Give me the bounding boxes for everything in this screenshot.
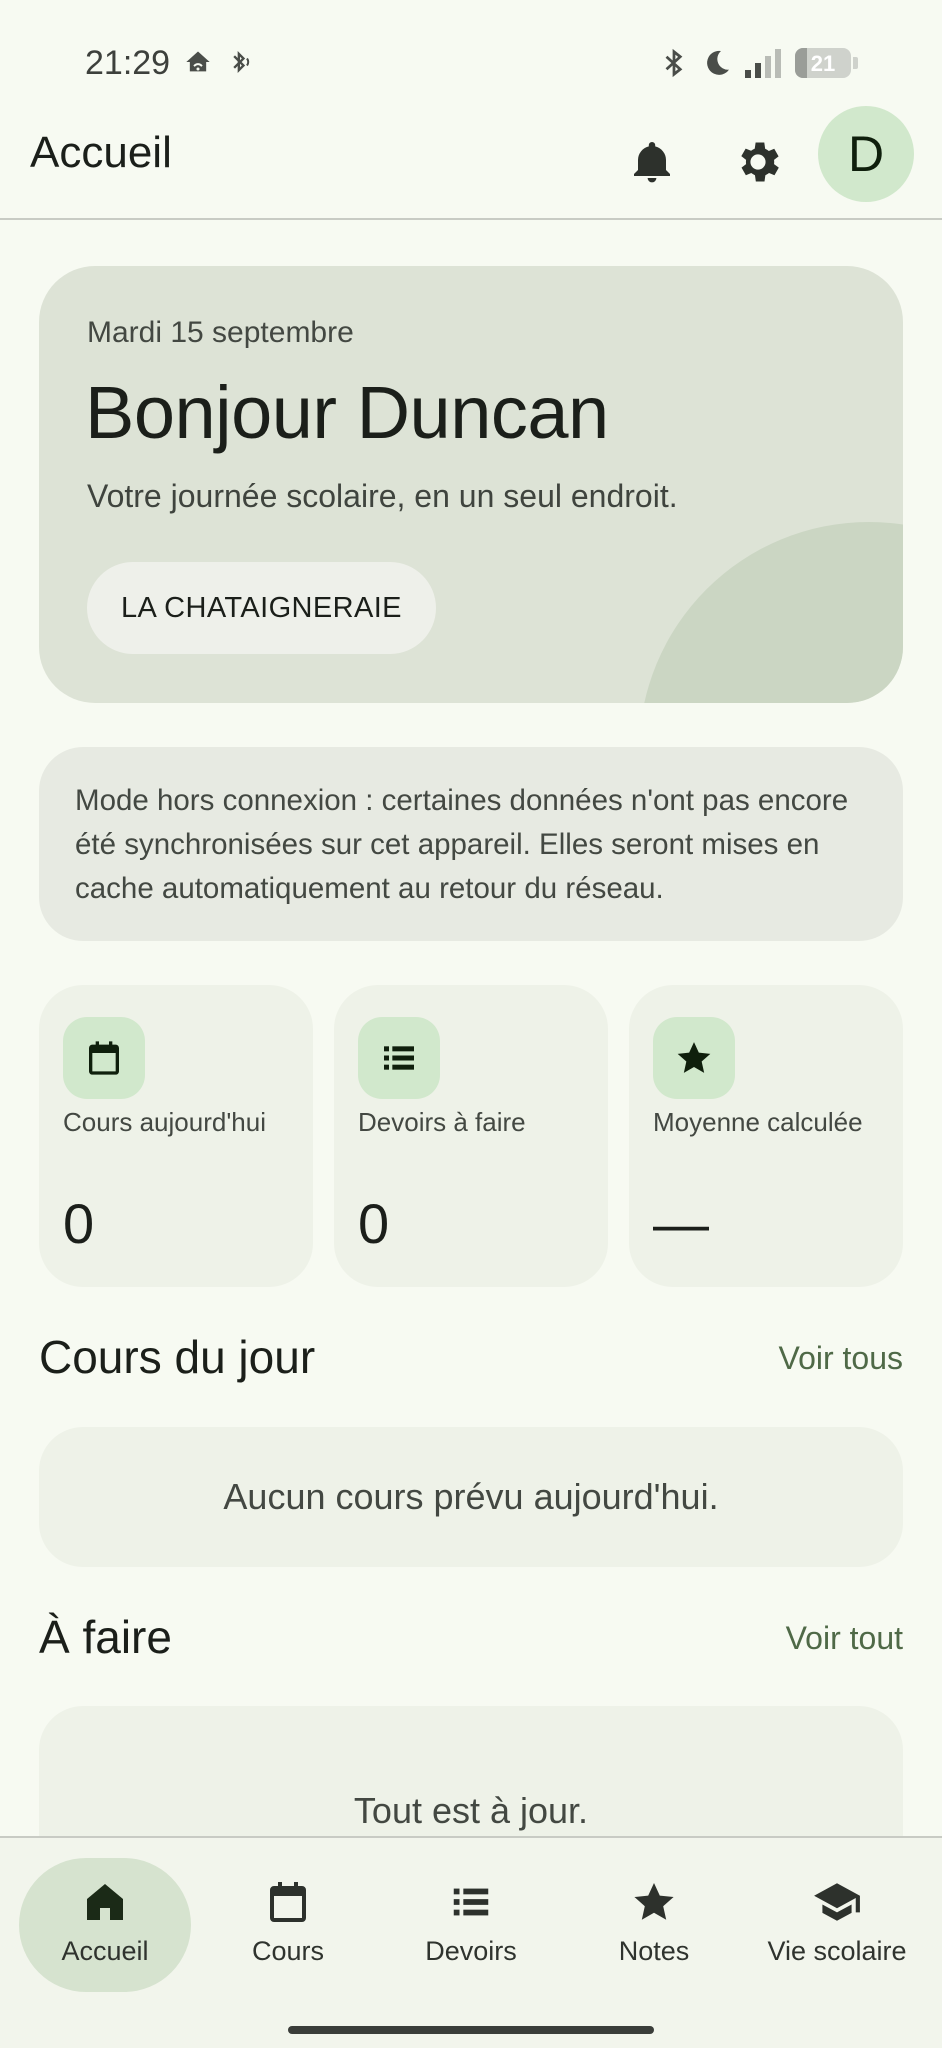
nav-label: Devoirs bbox=[425, 1936, 517, 1966]
status-left-icons bbox=[184, 48, 254, 76]
graduation-cap-icon bbox=[814, 1883, 860, 1921]
star-icon bbox=[677, 1042, 711, 1073]
greeting-card: Mardi 15 septembre Bonjour Duncan Votre … bbox=[39, 266, 903, 703]
settings-button[interactable] bbox=[726, 130, 790, 194]
nav-item-courses[interactable]: Cours bbox=[202, 1858, 374, 1992]
nav-item-school-life[interactable]: Vie scolaire bbox=[751, 1858, 923, 1992]
list-icon bbox=[384, 1046, 414, 1070]
stat-value: 0 bbox=[63, 1192, 95, 1255]
home-screen: 21:29 21 Accueil D Mardi 15 septembre Bo… bbox=[0, 0, 942, 2048]
status-right-icons: 21 bbox=[659, 46, 858, 80]
notifications-button[interactable] bbox=[620, 130, 684, 194]
avatar[interactable]: D bbox=[818, 106, 914, 202]
nav-label: Accueil bbox=[61, 1936, 149, 1966]
status-bar: 21:29 21 bbox=[0, 0, 942, 110]
home-gesture-bar[interactable] bbox=[288, 2026, 654, 2034]
todo-section-title: À faire bbox=[39, 1611, 172, 1663]
see-all-todo-link[interactable]: Voir tout bbox=[786, 1620, 903, 1657]
stat-card-average[interactable]: Moyenne calculée — bbox=[629, 985, 903, 1287]
todo-empty-text: Tout est à jour. bbox=[353, 1790, 589, 1831]
stat-icon-container bbox=[653, 1017, 735, 1099]
see-all-courses-link[interactable]: Voir tous bbox=[778, 1340, 903, 1377]
greeting-subtitle: Votre journée scolaire, en un seul endro… bbox=[87, 478, 678, 514]
nav-label: Cours bbox=[251, 1936, 325, 1966]
stat-icon-container bbox=[63, 1017, 145, 1099]
bluetooth-icon bbox=[665, 48, 683, 78]
stat-value: 0 bbox=[358, 1192, 390, 1255]
nav-item-home[interactable]: Accueil bbox=[19, 1858, 191, 1992]
courses-empty-text: Aucun cours prévu aujourd'hui. bbox=[223, 1476, 719, 1517]
bluetooth-audio-icon bbox=[233, 51, 250, 73]
battery-level: 21 bbox=[810, 51, 836, 76]
calendar-icon bbox=[89, 1041, 119, 1075]
avatar-initial: D bbox=[847, 126, 885, 182]
nav-item-grades[interactable]: Notes bbox=[568, 1858, 740, 1992]
stat-card-courses-today[interactable]: Cours aujourd'hui 0 bbox=[39, 985, 313, 1287]
school-chip[interactable]: LA CHATAIGNERAIE bbox=[87, 562, 436, 654]
nav-item-homework[interactable]: Devoirs bbox=[385, 1858, 557, 1992]
stat-value: — bbox=[653, 1192, 709, 1255]
nav-label: Vie scolaire bbox=[767, 1936, 907, 1966]
greeting-title: Bonjour Duncan bbox=[85, 371, 609, 454]
bottom-navigation: Accueil Cours Devoirs Notes Vie scolaire bbox=[0, 1836, 942, 2048]
calendar-icon bbox=[270, 1882, 306, 1922]
stat-icon-container bbox=[358, 1017, 440, 1099]
bell-icon bbox=[634, 142, 670, 183]
stat-label: Devoirs à faire bbox=[358, 1107, 526, 1137]
courses-empty-state: Aucun cours prévu aujourd'hui. bbox=[39, 1427, 903, 1567]
courses-section-title: Cours du jour bbox=[39, 1331, 316, 1383]
greeting-decoration bbox=[639, 522, 903, 703]
list-icon bbox=[453, 1888, 489, 1916]
school-name: LA CHATAIGNERAIE bbox=[121, 591, 402, 624]
battery-indicator: 21 bbox=[795, 48, 851, 78]
stat-label: Cours aujourd'hui bbox=[63, 1107, 266, 1137]
home-wifi-icon bbox=[186, 51, 210, 72]
offline-notice-text: Mode hors connexion : certaines données … bbox=[75, 784, 849, 905]
do-not-disturb-moon-icon bbox=[707, 50, 729, 75]
page-title: Accueil bbox=[30, 128, 172, 177]
stat-card-homework-due[interactable]: Devoirs à faire 0 bbox=[334, 985, 608, 1287]
stat-label: Moyenne calculée bbox=[653, 1107, 863, 1137]
greeting-date: Mardi 15 septembre bbox=[87, 316, 354, 349]
nav-label: Notes bbox=[618, 1936, 690, 1966]
gear-icon bbox=[741, 142, 779, 182]
home-icon bbox=[87, 1884, 123, 1920]
star-icon bbox=[634, 1883, 674, 1920]
app-bar: Accueil D bbox=[0, 104, 942, 220]
signal-icon bbox=[745, 49, 781, 78]
status-time: 21:29 bbox=[85, 44, 171, 82]
battery-tip bbox=[853, 57, 858, 69]
offline-notice: Mode hors connexion : certaines données … bbox=[39, 747, 903, 941]
